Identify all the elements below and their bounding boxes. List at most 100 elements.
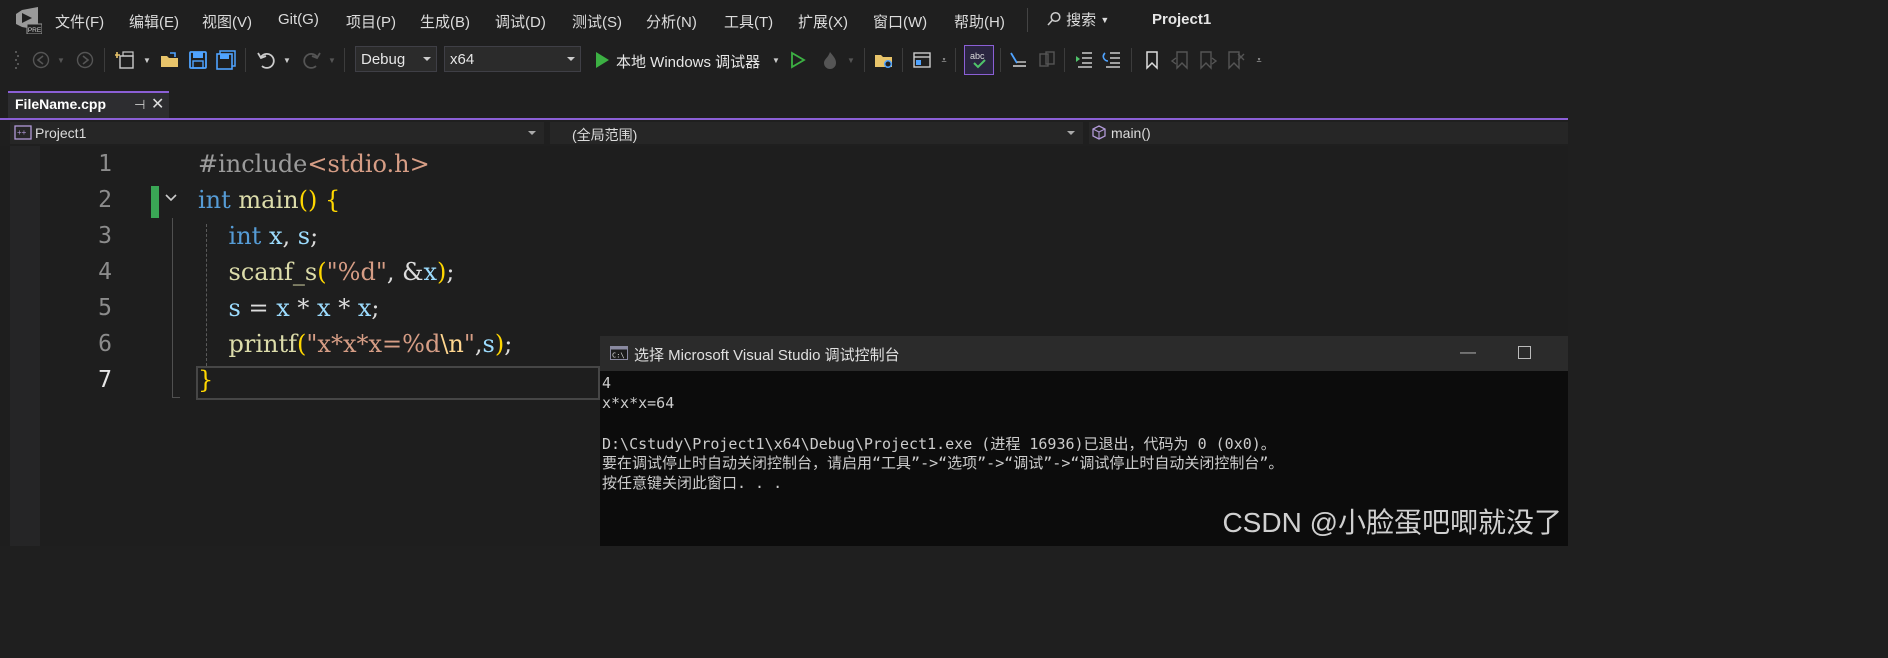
decrease-indent-icon[interactable] bbox=[1072, 49, 1096, 71]
line-number: 6 bbox=[98, 331, 112, 357]
editor-margin bbox=[10, 146, 40, 546]
toolbar-options-dropdown-icon[interactable]: ⩡ bbox=[1252, 49, 1266, 71]
chevron-down-icon bbox=[1067, 131, 1075, 135]
project-dropdown[interactable]: ++ Project1 bbox=[10, 122, 544, 144]
outline-bracket bbox=[172, 218, 173, 398]
code-line-3[interactable]: int x, s; bbox=[198, 222, 319, 250]
toolbar-grip-icon[interactable] bbox=[14, 49, 20, 71]
toolbar-separator bbox=[245, 48, 246, 72]
navigate-back-icon[interactable] bbox=[30, 49, 52, 71]
spell-check-icon[interactable]: abc bbox=[964, 45, 994, 75]
console-output-line: 按任意键关闭此窗口. . . bbox=[602, 474, 783, 492]
scope-dropdown-label: (全局范围) bbox=[572, 127, 638, 143]
code-line-6[interactable]: printf("x*x*x=%d\n",s); bbox=[198, 330, 513, 358]
code-line-7[interactable]: } bbox=[198, 366, 213, 394]
menu-test[interactable]: 测试(S) bbox=[572, 11, 622, 32]
uncomment-icon[interactable] bbox=[1034, 49, 1058, 71]
new-project-dropdown-icon[interactable]: ▼ bbox=[142, 49, 152, 71]
method-cube-icon bbox=[1092, 125, 1106, 140]
toolbar-separator bbox=[1064, 48, 1065, 72]
increase-indent-icon[interactable] bbox=[1100, 49, 1124, 71]
console-output-line: x*x*x=64 bbox=[602, 394, 675, 412]
undo-icon[interactable] bbox=[254, 49, 278, 71]
search-label: 搜索 bbox=[1066, 12, 1097, 29]
solution-platform-select[interactable]: x64 bbox=[444, 46, 581, 72]
maximize-icon[interactable] bbox=[1518, 346, 1531, 359]
chevron-down-icon: ▼ bbox=[1100, 15, 1110, 25]
search-box[interactable]: 搜索 ▼ bbox=[1046, 9, 1109, 30]
tab-filename-cpp[interactable]: FileName.cpp ⊣ ✕ bbox=[8, 91, 169, 118]
menu-extensions[interactable]: 扩展(X) bbox=[798, 11, 848, 32]
line-number: 1 bbox=[98, 151, 112, 177]
close-icon[interactable]: ✕ bbox=[151, 94, 164, 114]
line-number: 5 bbox=[98, 295, 112, 321]
code-line-2[interactable]: int main() { bbox=[198, 186, 340, 214]
menu-project[interactable]: 项目(P) bbox=[346, 11, 396, 32]
code-line-1[interactable]: #include<stdio.h> bbox=[198, 150, 430, 178]
code-line-4[interactable]: scanf_s("%d", &x); bbox=[198, 258, 455, 286]
hot-reload-icon[interactable] bbox=[818, 49, 842, 71]
menu-tools[interactable]: 工具(T) bbox=[724, 11, 773, 32]
console-icon: C:\ bbox=[610, 346, 628, 360]
menu-git[interactable]: Git(G) bbox=[278, 11, 319, 28]
code-line-5[interactable]: s = x * x * x; bbox=[198, 294, 380, 322]
toolbar-separator bbox=[1131, 48, 1132, 72]
collapse-chevron-icon[interactable] bbox=[163, 190, 179, 211]
scope-dropdown[interactable]: (全局范围) bbox=[550, 122, 1083, 144]
undo-dropdown-icon[interactable]: ▼ bbox=[282, 49, 292, 71]
toolbar-separator bbox=[104, 48, 105, 72]
toolbar-separator bbox=[955, 48, 956, 72]
menu-debug[interactable]: 调试(D) bbox=[495, 11, 546, 32]
new-project-icon[interactable] bbox=[114, 49, 138, 71]
member-dropdown-label: main() bbox=[1111, 125, 1151, 141]
solution-explorer-folder-icon[interactable] bbox=[872, 49, 896, 71]
clear-bookmarks-icon[interactable] bbox=[1224, 49, 1248, 71]
start-debugging-play-icon[interactable] bbox=[592, 49, 612, 71]
toolbar-separator bbox=[864, 48, 865, 72]
start-debugging-button[interactable]: 本地 Windows 调试器 bbox=[616, 51, 760, 72]
open-file-icon[interactable] bbox=[158, 49, 182, 71]
project-title: Project1 bbox=[1152, 11, 1212, 28]
standard-toolbar: ▼ ▼ ▼ ▼ Debug x64 本地 Windows 调试器 ▼ ▼ ⩡ a… bbox=[0, 40, 1568, 80]
menu-view[interactable]: 视图(V) bbox=[202, 11, 252, 32]
debug-console-window[interactable]: C:\ 选择 Microsoft Visual Studio 调试控制台 — 4… bbox=[600, 336, 1568, 546]
save-icon[interactable] bbox=[186, 49, 210, 71]
pin-icon[interactable]: ⊣ bbox=[134, 97, 145, 113]
visual-studio-logo-icon[interactable]: PRE bbox=[12, 6, 43, 35]
save-all-icon[interactable] bbox=[214, 49, 238, 71]
console-output-line: 要在调试停止时自动关闭控制台，请启用“工具”->“选项”->“调试”->“调试停… bbox=[602, 454, 1284, 472]
toggle-comment-icon[interactable] bbox=[1006, 49, 1030, 71]
navigate-back-dropdown-icon[interactable]: ▼ bbox=[56, 49, 66, 71]
redo-icon[interactable] bbox=[300, 49, 324, 71]
document-tab-strip: FileName.cpp ⊣ ✕ bbox=[0, 80, 1568, 120]
navigate-forward-icon[interactable] bbox=[74, 49, 96, 71]
minimize-icon[interactable]: — bbox=[1460, 344, 1476, 362]
menu-analyze[interactable]: 分析(N) bbox=[646, 11, 697, 32]
previous-bookmark-icon[interactable] bbox=[1168, 49, 1192, 71]
layout-dropdown-icon[interactable]: ⩡ bbox=[938, 49, 950, 71]
solution-configuration-select[interactable]: Debug bbox=[355, 46, 437, 72]
menu-help[interactable]: 帮助(H) bbox=[954, 11, 1005, 32]
chevron-down-icon bbox=[423, 57, 431, 61]
console-title-bar[interactable]: C:\ 选择 Microsoft Visual Studio 调试控制台 — bbox=[600, 336, 1568, 371]
debugger-dropdown-icon[interactable]: ▼ bbox=[771, 49, 781, 71]
line-number: 4 bbox=[98, 259, 112, 285]
start-without-debugging-icon[interactable] bbox=[788, 49, 808, 71]
menu-window[interactable]: 窗口(W) bbox=[873, 11, 927, 32]
menu-file[interactable]: 文件(F) bbox=[55, 11, 104, 32]
console-title: 选择 Microsoft Visual Studio 调试控制台 bbox=[634, 347, 900, 364]
code-navigation-bar: ++ Project1 (全局范围) main() bbox=[0, 120, 1568, 146]
console-output-line: D:\Cstudy\Project1\x64\Debug\Project1.ex… bbox=[602, 435, 1276, 453]
layout-window-icon[interactable] bbox=[910, 49, 934, 71]
next-bookmark-icon[interactable] bbox=[1196, 49, 1220, 71]
console-output-line: 4 bbox=[602, 374, 612, 392]
member-dropdown[interactable]: main() bbox=[1089, 122, 1568, 144]
project-icon: ++ bbox=[14, 125, 32, 140]
hot-reload-dropdown-icon[interactable]: ▼ bbox=[846, 49, 856, 71]
menu-build[interactable]: 生成(B) bbox=[420, 11, 470, 32]
redo-dropdown-icon[interactable]: ▼ bbox=[327, 49, 337, 71]
bookmark-icon[interactable] bbox=[1140, 49, 1164, 71]
menu-edit[interactable]: 编辑(E) bbox=[129, 11, 179, 32]
svg-text:PRE: PRE bbox=[28, 27, 42, 34]
menu-bar: PRE 文件(F) 编辑(E) 视图(V) Git(G) 项目(P) 生成(B)… bbox=[0, 0, 1568, 40]
